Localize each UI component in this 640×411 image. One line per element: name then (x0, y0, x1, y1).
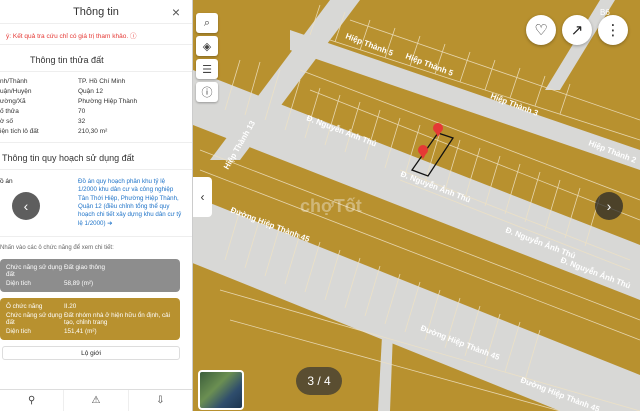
prev-image-button[interactable]: ‹ (12, 192, 40, 220)
map-tools: ⌕ ◈ ☰ ⓘ (196, 13, 218, 102)
info-key: iện tích lô đất (0, 127, 39, 135)
info-key: nh/Thành (0, 77, 28, 85)
panel-header: Thông tin × (0, 0, 192, 24)
info-row: ờ số 32 (0, 116, 192, 126)
info-value: 210,30 m² (78, 127, 108, 135)
info-row: Diện tích 151,41 (m²) (6, 327, 174, 336)
info-key: Diện tích (6, 280, 31, 288)
panel-bottom-bar: ⚲ ⚠ ⇩ (0, 389, 192, 411)
search-icon[interactable]: ⌕ (196, 13, 218, 33)
info-key: uận/Huyện (0, 87, 32, 95)
road-boundary-button[interactable]: Lộ giới (2, 346, 180, 361)
info-row: Chức năng sử dụng đất Đất giao thông (6, 263, 174, 279)
info-value: II.20 (64, 303, 77, 311)
info-value: Đất nhóm nhà ở hiện hữu ổn định, cải tạo… (64, 312, 171, 327)
info-value: TP. Hồ Chí Minh (78, 77, 126, 85)
more-icon[interactable]: ⋮ (598, 15, 628, 45)
favorite-icon[interactable]: ♡ (526, 15, 556, 45)
next-image-button[interactable]: › (595, 192, 623, 220)
close-icon[interactable]: × (172, 4, 180, 20)
info-value: 32 (78, 117, 86, 125)
info-row: ường/Xã Phường Hiệp Thành (0, 96, 192, 106)
info-row: ố thửa 70 (0, 106, 192, 116)
info-row: nh/Thành TP. Hồ Chí Minh (0, 76, 192, 86)
share-icon[interactable]: ↗ (562, 15, 592, 45)
info-value: 58,89 (m²) (64, 280, 94, 288)
plan-section-title: Thông tin quy hoạch sử dụng đất (0, 143, 192, 170)
panel-title: Thông tin (73, 5, 119, 18)
info-value: 70 (78, 107, 86, 115)
info-row: Chức năng sử dụng đất Đất nhóm nhà ở hiện… (6, 311, 174, 327)
info-value: Quận 12 (78, 87, 103, 95)
info-icon[interactable]: ⓘ (196, 82, 218, 102)
info-key: ố thửa (0, 107, 19, 115)
disclaimer-notice: ý: Kết quả tra cứu chỉ có giá trị tham k… (0, 24, 192, 45)
satellite-minimap[interactable] (198, 370, 244, 410)
plan-link[interactable]: Đồ án quy hoạch phân khu tỷ lệ 1/2000 kh… (78, 178, 192, 228)
info-row: Diện tích 58,89 (m²) (6, 279, 174, 288)
info-key: Diện tích (6, 328, 31, 336)
info-row: iện tích lô đất 210,30 m² (0, 126, 192, 136)
locate-icon[interactable]: ⚲ (0, 390, 65, 411)
warning-icon[interactable]: ⚠ (64, 390, 129, 411)
watermark: chợTốt (300, 196, 362, 216)
layers-icon[interactable]: ◈ (196, 36, 218, 56)
info-value: Phường Hiệp Thành (78, 97, 138, 105)
hint-text: Nhấn vào các ô chức năng để xem chi tiết… (0, 236, 192, 259)
info-row: Ô chức năng II.20 (6, 302, 174, 311)
land-info-list: nh/Thành TP. Hồ Chí Minh uận/Huyện Quận 12 ư… (0, 72, 192, 143)
info-key: Chức năng sử dụng đất (6, 264, 63, 279)
land-section-title: Thông tin thửa đất (0, 45, 192, 72)
function-box-transport[interactable]: Chức năng sử dụng đất Đất giao thông Diện … (0, 259, 180, 293)
image-counter: 3 / 4 (296, 367, 342, 395)
list-icon[interactable]: ☰ (196, 59, 218, 79)
info-key: Ô chức năng (6, 303, 43, 311)
info-value: Đất giao thông (64, 264, 105, 272)
info-value: 151,41 (m²) (64, 328, 97, 336)
info-key: Chức năng sử dụng đất (6, 312, 63, 327)
function-box-residential[interactable]: Ô chức năng II.20 Chức năng sử dụng đất Đất… (0, 298, 180, 341)
info-key: ường/Xã (0, 97, 26, 105)
info-key: ờ số (0, 117, 13, 125)
collapse-panel-button[interactable]: ‹ (193, 177, 212, 217)
info-row: uận/Huyện Quận 12 (0, 86, 192, 96)
download-icon[interactable]: ⇩ (129, 390, 192, 411)
